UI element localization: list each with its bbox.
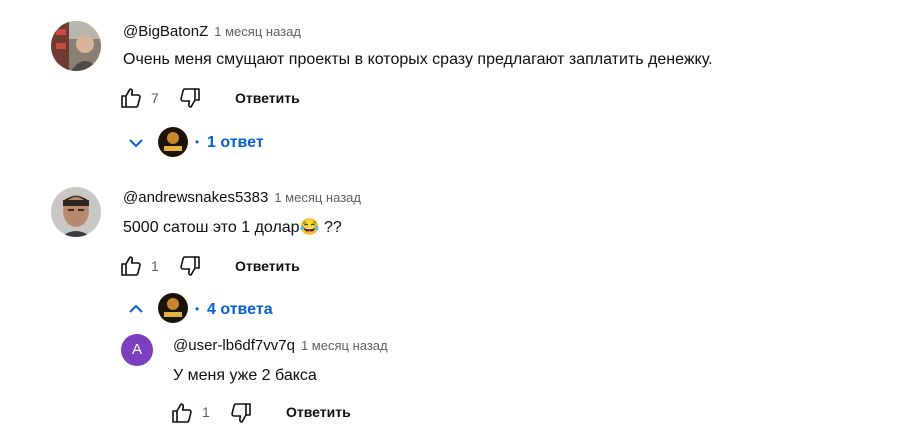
dislike-icon[interactable]: [229, 401, 253, 425]
chevron-up-icon[interactable]: [126, 299, 146, 319]
comment-time[interactable]: 1 месяц назад: [274, 190, 361, 205]
reply-time[interactable]: 1 месяц назад: [301, 338, 388, 353]
comment-text-main: 5000 сатош это 1 долар: [123, 219, 300, 236]
comment-text-suffix: ??: [319, 219, 342, 236]
like-count: 7: [151, 90, 159, 106]
reply-button[interactable]: Ответить: [235, 257, 300, 275]
reply-button[interactable]: Ответить: [286, 403, 351, 421]
separator-dot: •: [195, 302, 200, 316]
comment-header: @BigBatonZ 1 месяц назад: [123, 22, 301, 42]
replies-link[interactable]: 4 ответа: [207, 300, 273, 320]
comment-time[interactable]: 1 месяц назад: [214, 24, 301, 39]
reply-text: У меня уже 2 бакса: [173, 367, 317, 384]
reply-header: @user-lb6df7vv7q 1 месяц назад: [173, 336, 388, 356]
avatar[interactable]: [51, 21, 101, 71]
like-count: 1: [151, 258, 159, 274]
separator-dot: •: [195, 135, 200, 149]
laughing-emoji-icon: 😂: [299, 219, 320, 236]
dislike-icon[interactable]: [178, 86, 202, 110]
comment-text: 5000 сатош это 1 долар😂 ??: [123, 217, 342, 239]
chevron-down-icon[interactable]: [126, 133, 146, 153]
replies-link[interactable]: 1 ответ: [207, 133, 264, 153]
reply-author[interactable]: @user-lb6df7vv7q: [173, 337, 295, 354]
like-icon[interactable]: [170, 401, 194, 425]
like-icon[interactable]: [119, 254, 143, 278]
reply-avatar[interactable]: A: [121, 334, 153, 366]
comment-text: Очень меня смущают проекты в которых сра…: [123, 51, 713, 68]
like-icon[interactable]: [119, 86, 143, 110]
comment-header: @andrewsnakes5383 1 месяц назад: [123, 188, 361, 208]
avatar-letter: A: [131, 341, 142, 358]
comment-author[interactable]: @andrewsnakes5383: [123, 189, 268, 206]
like-count: 1: [202, 404, 210, 420]
comment-author[interactable]: @BigBatonZ: [123, 23, 208, 40]
creator-avatar: [158, 127, 188, 157]
reply-button[interactable]: Ответить: [235, 89, 300, 107]
creator-avatar: [158, 293, 188, 323]
avatar[interactable]: [51, 187, 101, 237]
dislike-icon[interactable]: [178, 254, 202, 278]
